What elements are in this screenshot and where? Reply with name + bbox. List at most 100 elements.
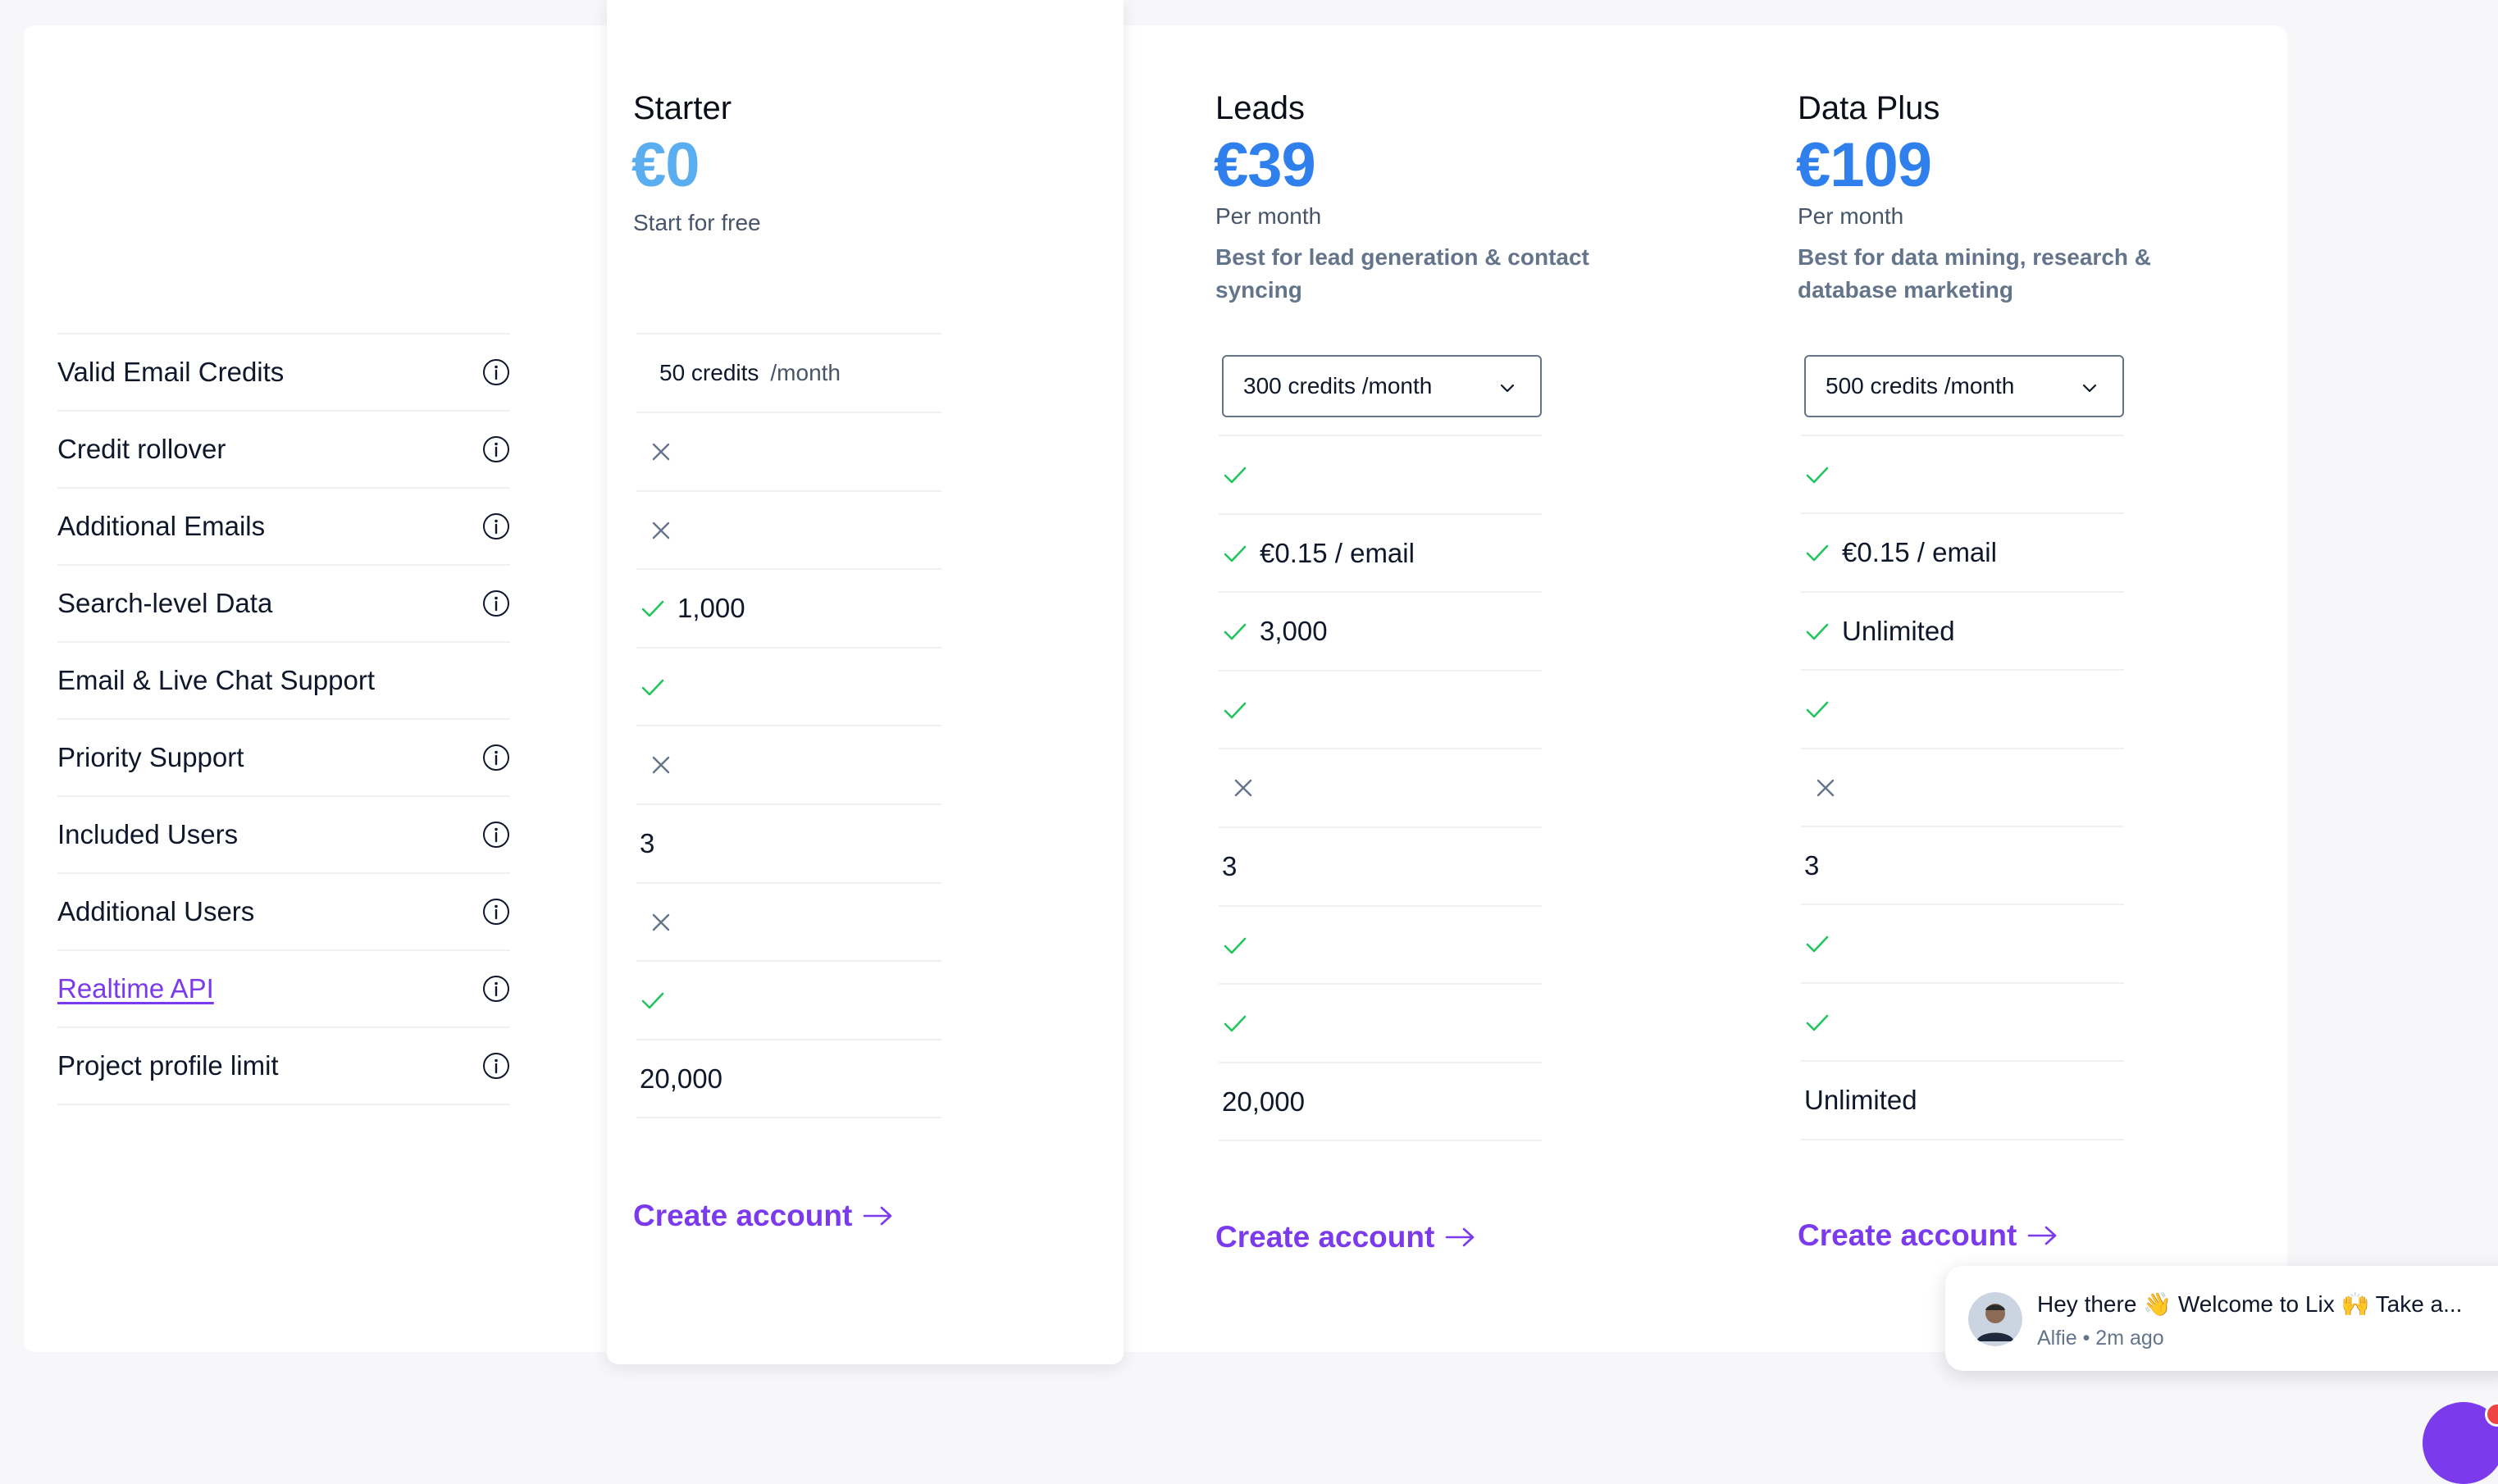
dataplus-credits-select-value: 500 credits /month <box>1826 373 2015 398</box>
info-icon[interactable] <box>482 590 510 617</box>
feature-label: Search-level Data <box>57 588 273 618</box>
plan-feature-value: 3 <box>1804 850 1820 881</box>
feature-row: Realtime API <box>57 949 510 1027</box>
plan-feature-cell: 3 <box>1219 826 1542 905</box>
cross-icon <box>1234 780 1252 797</box>
starter-credits-amount: 50 credits <box>659 360 759 385</box>
info-icon[interactable] <box>482 975 510 1003</box>
chat-author: Alfie <box>2037 1327 2077 1350</box>
feature-row: Credit rollover <box>57 410 510 487</box>
plan-feature-value: 20,000 <box>640 1063 723 1094</box>
plan-feature-value: 20,000 <box>1222 1086 1305 1117</box>
plan-feature-cell <box>1801 435 2124 513</box>
plan-feature-cell <box>1801 981 2124 1061</box>
check-icon <box>1224 702 1247 719</box>
chevron-down-icon <box>1500 384 1515 393</box>
plan-feature-cell <box>1219 435 1542 513</box>
dataplus-plan-price: €109 <box>1796 130 1932 200</box>
plan-feature-value: Unlimited <box>1804 1085 1917 1116</box>
plan-feature-cell <box>636 412 941 490</box>
leads-plan-description: Best for lead generation & contact synci… <box>1215 244 1589 303</box>
avatar <box>1968 1292 2022 1346</box>
starter-create-account-link[interactable]: Create account <box>633 1199 895 1233</box>
feature-row: Project profile limit <box>57 1027 510 1104</box>
check-icon <box>1224 1015 1247 1032</box>
check-icon <box>1224 937 1247 954</box>
dataplus-plan-subtitle: Per month <box>1798 203 1904 229</box>
leads-create-account-link[interactable]: Create account <box>1215 1220 1477 1254</box>
plan-feature-value: 3 <box>1222 851 1238 881</box>
plan-feature-cell <box>636 725 941 803</box>
plan-feature-value: €0.15 / email <box>1260 537 1415 568</box>
starter-credits-cell: 50 credits /month <box>636 333 941 412</box>
plan-feature-cell: 20,000 <box>636 1038 941 1118</box>
plan-feature-cell: 3 <box>1801 826 2124 904</box>
leads-credits-select[interactable]: 300 credits /month <box>1222 355 1542 417</box>
chat-message: Hey there 👋 Welcome to Lix 🙌 Take a... <box>2037 1291 2463 1317</box>
plan-feature-value: 3,000 <box>1260 616 1328 647</box>
check-icon <box>1806 623 1829 640</box>
arrow-right-icon <box>2028 1226 2057 1245</box>
info-icon[interactable] <box>482 1052 510 1080</box>
plan-feature-cell: €0.15 / email <box>1219 512 1542 592</box>
info-icon[interactable] <box>482 898 510 926</box>
arrow-right-icon <box>864 1206 892 1226</box>
leads-credits-select-value: 300 credits /month <box>1243 373 1433 398</box>
feature-label: Email & Live Chat Support <box>57 665 376 695</box>
feature-row: Additional Emails <box>57 487 510 564</box>
info-icon[interactable] <box>482 512 510 540</box>
plan-feature-cell <box>1801 747 2124 826</box>
dataplus-plan-name: Data Plus <box>1798 90 1940 126</box>
plan-feature-cell: 3,000 <box>1219 591 1542 670</box>
plan-feature-cell <box>1801 669 2124 748</box>
info-icon[interactable] <box>482 435 510 463</box>
check-icon <box>1224 545 1247 562</box>
chevron-down-icon <box>2082 384 2097 393</box>
divider <box>636 1117 941 1119</box>
info-icon[interactable] <box>482 358 510 386</box>
starter-credits-unit: /month <box>770 360 841 385</box>
check-icon <box>1224 467 1247 484</box>
feature-row: Valid Email Credits <box>57 333 510 410</box>
feature-label: Project profile limit <box>57 1050 279 1081</box>
cross-icon <box>652 913 670 931</box>
divider <box>1801 1138 2124 1140</box>
plan-feature-cell: Unlimited <box>1801 1060 2124 1139</box>
feature-row: Search-level Data <box>57 564 510 641</box>
cross-icon <box>652 443 670 461</box>
plan-feature-cell <box>1219 669 1542 749</box>
check-icon <box>1806 467 1829 484</box>
check-icon <box>1806 1014 1829 1031</box>
dataplus-credits-select[interactable]: 500 credits /month <box>1804 355 2124 417</box>
feature-label: Additional Users <box>57 896 255 926</box>
leads-cta-label: Create account <box>1215 1220 1435 1254</box>
dataplus-plan-description: Best for data mining, research & databas… <box>1798 244 2152 303</box>
arrow-right-icon <box>1446 1227 1475 1247</box>
dataplus-cta-label: Create account <box>1798 1218 2017 1252</box>
plan-feature-cell <box>636 489 941 569</box>
cross-icon <box>652 757 670 774</box>
check-icon <box>641 679 664 696</box>
chat-meta: Alfie • 2m ago <box>2037 1327 2164 1350</box>
info-icon[interactable] <box>482 821 510 849</box>
cross-icon <box>652 521 670 539</box>
starter-plan-price: €0 <box>631 130 700 200</box>
plan-feature-cell <box>636 646 941 726</box>
feature-label: Priority Support <box>57 742 244 772</box>
check-icon <box>641 992 664 1009</box>
plan-feature-cell: €0.15 / email <box>1801 512 2124 591</box>
feature-label: Included Users <box>57 819 239 849</box>
plan-feature-cell <box>1801 904 2124 982</box>
feature-row: Priority Support <box>57 718 510 795</box>
info-icon[interactable] <box>482 744 510 772</box>
dataplus-create-account-link[interactable]: Create account <box>1798 1218 2059 1253</box>
realtime-api-link[interactable]: Realtime API <box>57 951 214 1027</box>
starter-cta-label: Create account <box>633 1199 853 1232</box>
plan-feature-cell <box>1219 983 1542 1062</box>
chat-popup[interactable]: Hey there 👋 Welcome to Lix 🙌 Take a... A… <box>1945 1266 2498 1371</box>
plan-feature-value: €0.15 / email <box>1842 537 1997 568</box>
plan-feature-cell: 3 <box>636 803 941 882</box>
divider <box>1219 1140 1542 1142</box>
leads-plan-subtitle: Per month <box>1215 203 1322 229</box>
check-icon <box>641 600 664 617</box>
